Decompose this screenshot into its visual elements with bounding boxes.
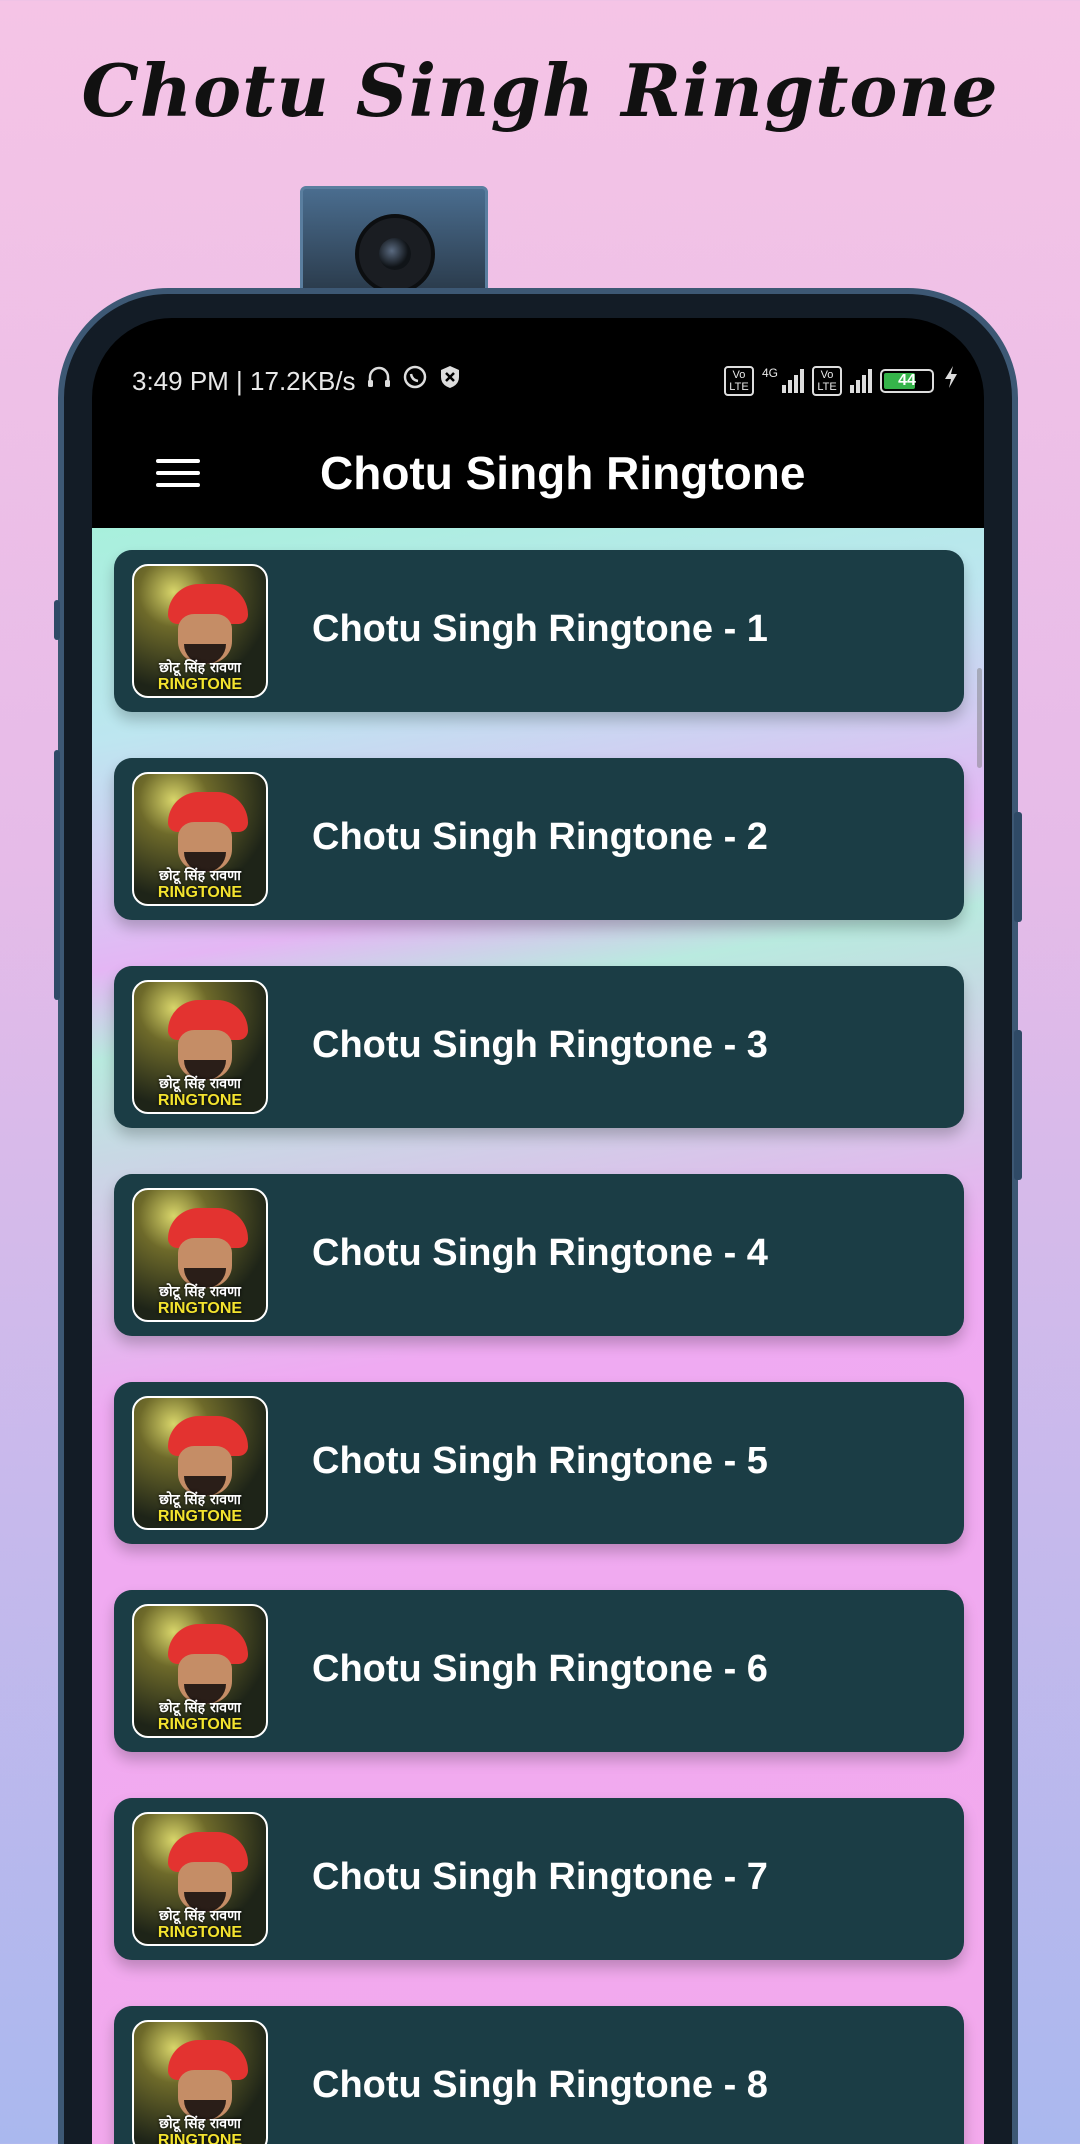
promo-title: Chotu Singh Ringtone xyxy=(81,48,999,133)
battery-level: 44 xyxy=(898,372,916,389)
app-bar: Chotu Singh Ringtone xyxy=(92,418,984,528)
thumbnail-hindi-text: छोटू सिंह रावणा xyxy=(159,2116,241,2132)
signal-icon xyxy=(782,369,804,393)
ringtone-thumbnail: छोटू सिंह रावणा RINGTONE xyxy=(132,1604,268,1738)
phone-side-button xyxy=(54,750,60,1000)
ringtone-thumbnail: छोटू सिंह रावणा RINGTONE xyxy=(132,772,268,906)
thumbnail-caption: RINGTONE xyxy=(157,1300,243,1317)
phone-side-button xyxy=(1014,812,1022,922)
ringtone-list-item[interactable]: छोटू सिंह रावणा RINGTONE Chotu Singh Ringt… xyxy=(114,1382,964,1544)
ringtone-list-item[interactable]: छोटू सिंह रावणा RINGTONE Chotu Singh Ringt… xyxy=(114,1798,964,1960)
volte-icon: Vo LTE xyxy=(812,366,842,396)
ringtone-thumbnail: छोटू सिंह रावणा RINGTONE xyxy=(132,980,268,1114)
thumbnail-caption: RINGTONE xyxy=(157,1924,243,1941)
ringtone-label: Chotu Singh Ringtone - 2 xyxy=(312,816,768,858)
thumbnail-caption: RINGTONE xyxy=(157,1716,243,1733)
ringtone-list-item[interactable]: छोटू सिंह रावणा RINGTONE Chotu Singh Ringt… xyxy=(114,758,964,920)
ringtone-thumbnail: छोटू सिंह रावणा RINGTONE xyxy=(132,1812,268,1946)
ringtone-list-item[interactable]: छोटू सिंह रावणा RINGTONE Chotu Singh Ringt… xyxy=(114,1590,964,1752)
ringtone-thumbnail: छोटू सिंह रावणा RINGTONE xyxy=(132,564,268,698)
ringtone-thumbnail: छोटू सिंह रावणा RINGTONE xyxy=(132,1188,268,1322)
ringtone-list-item[interactable]: छोटू सिंह रावणा RINGTONE Chotu Singh Ringt… xyxy=(114,550,964,712)
network-4g-label: 4G xyxy=(761,366,778,380)
thumbnail-hindi-text: छोटू सिंह रावणा xyxy=(159,868,241,884)
thumbnail-hindi-text: छोटू सिंह रावणा xyxy=(159,1908,241,1924)
status-bar: 3:49 PM | 17.2KB/s Vo LTE 4G Vo LTE 44 xyxy=(92,356,984,406)
ringtone-label: Chotu Singh Ringtone - 4 xyxy=(312,1232,768,1274)
thumbnail-hindi-text: छोटू सिंह रावणा xyxy=(159,1492,241,1508)
ringtone-thumbnail: छोटू सिंह रावणा RINGTONE xyxy=(132,2020,268,2144)
ringtone-label: Chotu Singh Ringtone - 3 xyxy=(312,1024,768,1066)
status-time: 3:49 PM | 17.2KB/s xyxy=(132,365,356,396)
signal-icon xyxy=(850,369,872,393)
app-bar-title: Chotu Singh Ringtone xyxy=(320,447,806,499)
thumbnail-caption: RINGTONE xyxy=(157,1092,243,1109)
thumbnail-caption: RINGTONE xyxy=(157,2132,243,2144)
ringtone-list-item[interactable]: छोटू सिंह रावणा RINGTONE Chotu Singh Ringt… xyxy=(114,1174,964,1336)
charging-icon xyxy=(942,364,960,398)
thumbnail-hindi-text: छोटू सिंह रावणा xyxy=(159,1076,241,1092)
ringtone-list-item[interactable]: छोटू सिंह रावणा RINGTONE Chotu Singh Ringt… xyxy=(114,966,964,1128)
thumbnail-caption: RINGTONE xyxy=(157,1508,243,1525)
camera-lens-icon xyxy=(355,214,435,294)
battery-icon: 44 xyxy=(880,369,934,393)
phone-side-button xyxy=(1014,1030,1022,1180)
ringtone-thumbnail: छोटू सिंह रावणा RINGTONE xyxy=(132,1396,268,1530)
ringtone-label: Chotu Singh Ringtone - 8 xyxy=(312,2064,768,2106)
ringtone-list[interactable]: छोटू सिंह रावणा RINGTONE Chotu Singh Ringt… xyxy=(92,528,984,2144)
volte-icon: Vo LTE xyxy=(723,366,754,396)
thumbnail-caption: RINGTONE xyxy=(157,884,243,901)
ringtone-label: Chotu Singh Ringtone - 6 xyxy=(312,1648,768,1690)
ringtone-label: Chotu Singh Ringtone - 7 xyxy=(312,1856,768,1898)
hamburger-menu-icon[interactable] xyxy=(156,455,200,491)
popup-camera xyxy=(300,186,488,296)
ringtone-label: Chotu Singh Ringtone - 5 xyxy=(312,1440,768,1482)
shield-icon xyxy=(438,364,462,398)
scrollbar[interactable] xyxy=(977,668,982,768)
headphones-icon xyxy=(366,364,392,398)
thumbnail-hindi-text: छोटू सिंह रावणा xyxy=(159,1700,241,1716)
ringtone-label: Chotu Singh Ringtone - 1 xyxy=(312,608,768,650)
phone-side-button xyxy=(54,600,60,640)
thumbnail-hindi-text: छोटू सिंह रावणा xyxy=(159,660,241,676)
whatsapp-icon xyxy=(402,364,428,398)
thumbnail-hindi-text: छोटू सिंह रावणा xyxy=(159,1284,241,1300)
phone-screen: 3:49 PM | 17.2KB/s Vo LTE 4G Vo LTE 44 Ch xyxy=(92,318,984,2144)
ringtone-list-item[interactable]: छोटू सिंह रावणा RINGTONE Chotu Singh Ringt… xyxy=(114,2006,964,2144)
thumbnail-caption: RINGTONE xyxy=(157,676,243,693)
